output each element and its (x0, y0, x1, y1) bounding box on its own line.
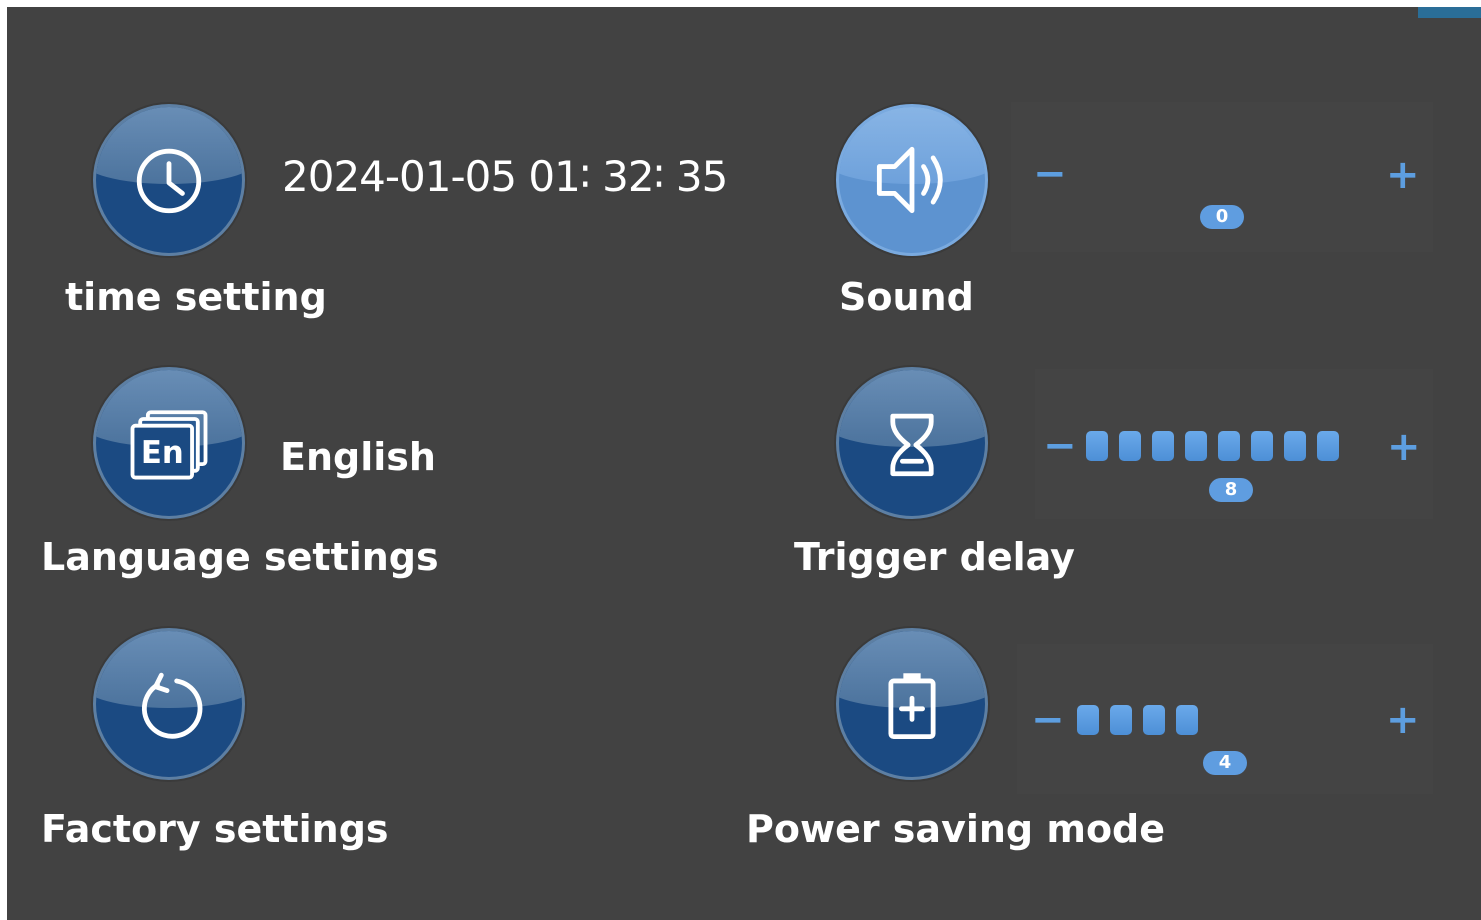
trigger-delay-button[interactable] (836, 367, 988, 519)
power-saving-level-track[interactable] (1077, 705, 1198, 735)
trigger-delay-decrease-button[interactable]: − (1043, 426, 1077, 466)
datetime-display[interactable]: 2024-01-05 01∶ 32∶ 35 (282, 152, 728, 201)
trigger-delay-label: Trigger delay (794, 535, 1075, 579)
level-segment (1185, 431, 1207, 461)
level-segment (1077, 705, 1099, 735)
sound-button[interactable] (836, 104, 988, 256)
battery-plus-icon (888, 673, 936, 740)
trigger-delay-increase-button[interactable]: + (1387, 427, 1421, 467)
current-language[interactable]: English (280, 435, 436, 479)
trigger-delay-level-track[interactable] (1086, 431, 1339, 461)
level-segment (1119, 431, 1141, 461)
level-segment (1218, 431, 1240, 461)
sound-slider[interactable]: − + 0 (1011, 102, 1433, 252)
language-icon-text: En (141, 435, 184, 471)
language-en-icon: En (130, 410, 208, 480)
level-segment (1152, 431, 1174, 461)
hourglass-icon (890, 413, 934, 477)
level-segment (1110, 705, 1132, 735)
power-saving-decrease-button[interactable]: − (1031, 700, 1065, 740)
power-saving-label: Power saving mode (746, 807, 1166, 851)
level-segment (1284, 431, 1306, 461)
language-settings-button[interactable]: En (93, 367, 245, 519)
factory-settings-label: Factory settings (41, 807, 389, 851)
sound-decrease-button[interactable]: − (1033, 154, 1067, 194)
level-segment (1143, 705, 1165, 735)
power-saving-value-badge: 4 (1203, 751, 1247, 775)
clock-icon (136, 148, 202, 214)
trigger-delay-value-badge: 8 (1209, 478, 1253, 502)
level-segment (1251, 431, 1273, 461)
sound-increase-button[interactable]: + (1386, 155, 1420, 195)
level-segment (1176, 705, 1198, 735)
language-settings-label: Language settings (41, 535, 439, 579)
power-saving-increase-button[interactable]: + (1386, 700, 1420, 740)
time-setting-label: time setting (65, 275, 327, 319)
settings-panel: 2024-01-05 01∶ 32∶ 35 time setting − + 0… (7, 7, 1481, 920)
power-saving-slider[interactable]: − + 4 (1017, 644, 1433, 794)
level-segment (1317, 431, 1339, 461)
sound-label: Sound (839, 275, 974, 319)
corner-tab[interactable] (1418, 7, 1481, 18)
reset-icon (142, 672, 203, 739)
level-segment (1086, 431, 1108, 461)
speaker-icon (876, 146, 943, 214)
sound-value-badge: 0 (1200, 205, 1244, 229)
trigger-delay-slider[interactable]: − + 8 (1035, 369, 1433, 519)
power-saving-button[interactable] (836, 628, 988, 780)
time-setting-button[interactable] (93, 104, 245, 256)
factory-settings-button[interactable] (93, 628, 245, 780)
